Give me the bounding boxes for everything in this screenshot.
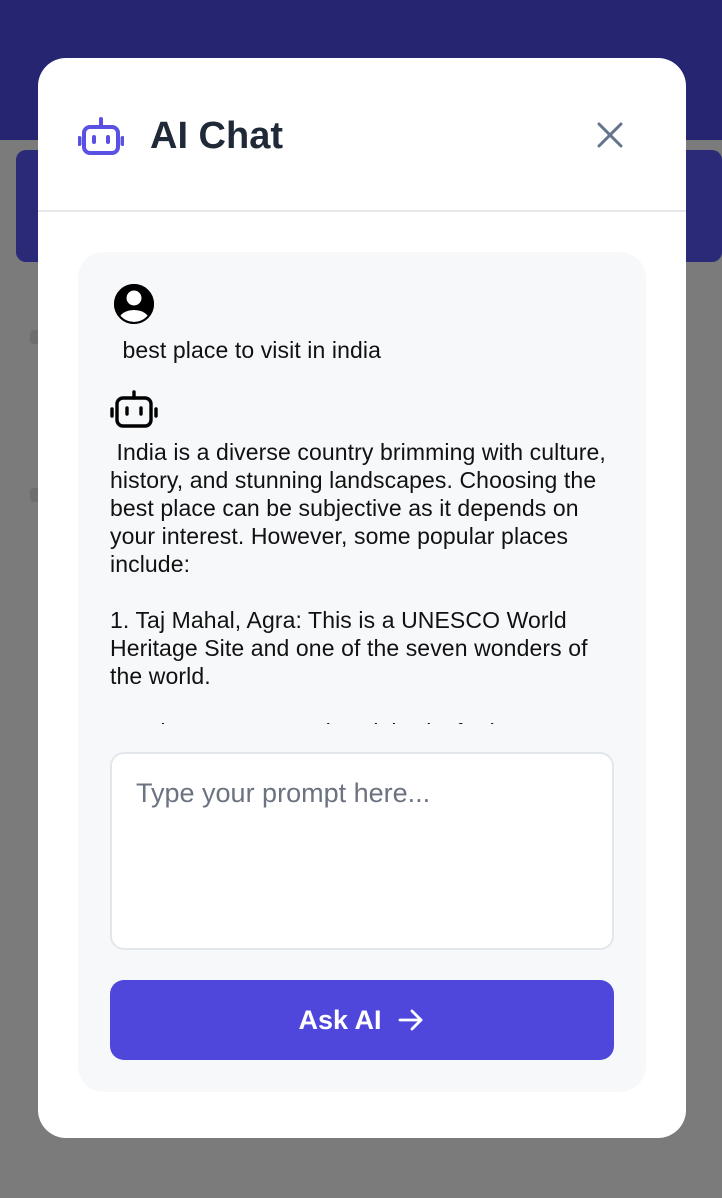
- robot-icon: [110, 390, 158, 428]
- chat-panel: best place to visit in india India is a …: [78, 252, 646, 1092]
- arrow-right-icon: [398, 1009, 422, 1031]
- ask-ai-button-label: Ask AI: [298, 1004, 382, 1035]
- prompt-input[interactable]: [110, 752, 614, 950]
- user-message: best place to visit in india: [110, 282, 620, 364]
- modal-header: AI Chat: [38, 58, 686, 212]
- assistant-message-text: India is a diverse country brimming with…: [110, 439, 606, 734]
- close-icon: [597, 122, 623, 148]
- close-button[interactable]: [590, 115, 630, 155]
- message-list[interactable]: best place to visit in india India is a …: [110, 282, 620, 734]
- robot-icon: [78, 117, 124, 155]
- ai-chat-modal: AI Chat best place to visit in india Ind…: [38, 58, 686, 1138]
- assistant-message: India is a diverse country brimming with…: [110, 390, 620, 734]
- user-message-text: best place to visit in india: [116, 337, 381, 363]
- user-avatar-icon: [114, 284, 154, 324]
- modal-title: AI Chat: [150, 115, 283, 157]
- ask-ai-button[interactable]: Ask AI: [110, 980, 614, 1060]
